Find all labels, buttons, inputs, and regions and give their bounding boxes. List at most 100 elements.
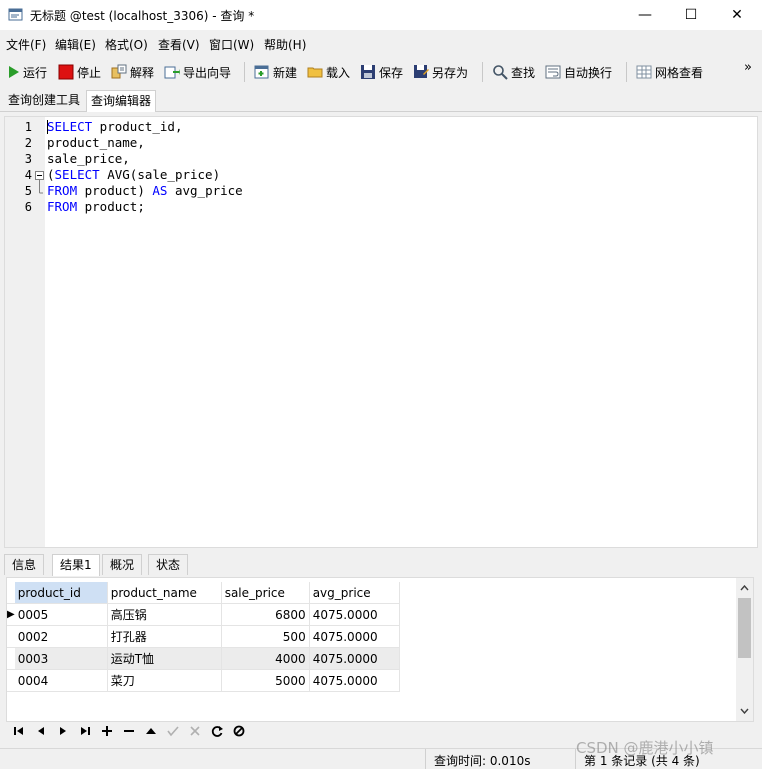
menu-help[interactable]: 帮助(H) — [264, 36, 306, 53]
tab-query-builder[interactable]: 查询创建工具 — [4, 90, 84, 110]
save-as-icon — [414, 65, 429, 78]
apply-changes-icon[interactable] — [166, 724, 182, 740]
tab-info[interactable]: 信息 — [4, 554, 45, 575]
query-tab-strip: 查询创建工具 查询编辑器 — [0, 89, 762, 112]
window-title: 无标题 @test (localhost_3306) - 查询 * — [30, 9, 255, 23]
export-wizard-button[interactable]: 导出向导 — [164, 63, 231, 81]
result-grid[interactable]: product_id product_name sale_price avg_p… — [6, 577, 754, 722]
sql-keyword: AS — [152, 183, 168, 198]
first-record-icon[interactable] — [12, 724, 28, 740]
stop-button[interactable]: 停止 — [58, 63, 101, 81]
line-number: 2 — [24, 136, 32, 150]
refresh-icon[interactable] — [210, 724, 226, 740]
menu-file[interactable]: 文件(F) — [6, 36, 46, 53]
sql-keyword: SELECT — [54, 167, 100, 182]
status-divider — [425, 749, 426, 769]
sql-keyword: FROM — [47, 183, 78, 198]
save-as-button[interactable]: 另存为 — [413, 63, 468, 81]
stop-refresh-icon[interactable] — [232, 724, 248, 740]
table-row[interactable]: ▶ 0005 高压锅 6800 4075.0000 — [7, 603, 400, 626]
close-button[interactable]: ✕ — [714, 0, 760, 30]
next-record-icon[interactable] — [56, 724, 72, 740]
toolbar-overflow-button[interactable]: » — [744, 58, 752, 76]
table-cell[interactable]: 4075.0000 — [309, 625, 400, 648]
text-cursor — [47, 120, 48, 134]
load-button[interactable]: 载入 — [307, 63, 350, 81]
table-cell[interactable]: 5000 — [221, 669, 310, 692]
explain-button[interactable]: 解释 — [111, 63, 154, 81]
column-header[interactable]: product_name — [107, 582, 222, 604]
tab-result1[interactable]: 结果1 — [52, 554, 100, 576]
tab-overview[interactable]: 概况 — [102, 554, 143, 575]
current-row-indicator: ▶ — [7, 603, 15, 626]
word-wrap-icon — [545, 65, 561, 79]
table-cell[interactable]: 0002 — [14, 625, 108, 648]
toolbar: 运行 停止 解释 导出向导 新建 载入 保存 另存为 查找 自动换行 网格查看 — [0, 58, 762, 86]
save-as-label: 另存为 — [432, 65, 469, 80]
menu-window[interactable]: 窗口(W) — [209, 36, 254, 53]
search-icon — [493, 65, 508, 80]
column-header[interactable]: sale_price — [221, 582, 310, 604]
table-cell[interactable]: 运动T恤 — [107, 647, 222, 670]
line-number: 5 — [24, 184, 32, 198]
status-bar: 查询时间: 0.010s 第 1 条记录 (共 4 条) CSDN @鹿港小小镇 — [0, 739, 762, 769]
sql-line: sale_price, — [47, 151, 130, 166]
tab-status[interactable]: 状态 — [148, 554, 189, 575]
add-record-icon[interactable] — [100, 724, 116, 740]
row-indicator — [7, 669, 15, 692]
maximize-button[interactable]: ☐ — [668, 0, 714, 30]
sql-keyword: SELECT — [47, 119, 93, 134]
scrollbar-thumb[interactable] — [738, 598, 751, 658]
table-row[interactable]: 0003 运动T恤 4000 4075.0000 — [7, 647, 400, 670]
table-cell[interactable]: 0004 — [14, 669, 108, 692]
query-time-text: 查询时间: 0.010s — [434, 754, 531, 768]
new-query-icon — [254, 65, 269, 79]
table-cell[interactable]: 0003 — [14, 647, 108, 670]
edit-record-icon[interactable] — [144, 724, 160, 740]
find-button[interactable]: 查找 — [492, 63, 535, 81]
previous-record-icon[interactable] — [34, 724, 50, 740]
save-button[interactable]: 保存 — [360, 63, 403, 81]
table-cell[interactable]: 4075.0000 — [309, 603, 400, 626]
table-row[interactable]: 0004 菜刀 5000 4075.0000 — [7, 669, 400, 692]
code-fold-icon[interactable] — [35, 171, 44, 201]
sql-line: FROM product; — [47, 199, 145, 214]
scroll-down-icon[interactable] — [740, 708, 749, 714]
discard-changes-icon[interactable] — [188, 724, 204, 740]
new-button[interactable]: 新建 — [254, 63, 297, 81]
table-cell[interactable]: 6800 — [221, 603, 310, 626]
run-button[interactable]: 运行 — [6, 63, 47, 81]
table-cell[interactable]: 0005 — [14, 603, 108, 626]
table-row[interactable]: 0002 打孔器 500 4075.0000 — [7, 625, 400, 648]
sql-editor[interactable]: 1 2 3 4 5 6 SELECT product_id, product_n… — [4, 116, 758, 548]
delete-record-icon[interactable] — [122, 724, 138, 740]
table-cell[interactable]: 4075.0000 — [309, 669, 400, 692]
last-record-icon[interactable] — [78, 724, 94, 740]
table-cell[interactable]: 高压锅 — [107, 603, 222, 626]
column-header[interactable]: avg_price — [309, 582, 400, 604]
grid-view-button[interactable]: 网格查看 — [636, 63, 703, 81]
column-header[interactable]: product_id — [14, 582, 108, 604]
tab-query-editor[interactable]: 查询编辑器 — [86, 90, 157, 112]
word-wrap-label: 自动换行 — [564, 65, 613, 80]
title-bar: 无标题 @test (localhost_3306) - 查询 * — ☐ ✕ — [0, 0, 762, 30]
table-cell[interactable]: 菜刀 — [107, 669, 222, 692]
folder-icon — [307, 67, 323, 78]
table-cell[interactable]: 4000 — [221, 647, 310, 670]
toolbar-divider — [482, 62, 483, 82]
table-cell[interactable]: 500 — [221, 625, 310, 648]
scroll-up-icon[interactable] — [740, 585, 749, 591]
save-label: 保存 — [379, 65, 404, 80]
minimize-button[interactable]: — — [622, 0, 668, 30]
find-label: 查找 — [511, 65, 536, 80]
table-cell[interactable]: 4075.0000 — [309, 647, 400, 670]
word-wrap-button[interactable]: 自动换行 — [545, 63, 612, 81]
vertical-scrollbar[interactable] — [736, 578, 753, 721]
new-label: 新建 — [273, 65, 298, 80]
menu-view[interactable]: 查看(V) — [158, 36, 200, 53]
menu-format[interactable]: 格式(O) — [105, 36, 148, 53]
table-cell[interactable]: 打孔器 — [107, 625, 222, 648]
row-indicator — [7, 625, 15, 648]
menu-bar: 文件(F) 编辑(E) 格式(O) 查看(V) 窗口(W) 帮助(H) — [0, 32, 762, 54]
menu-edit[interactable]: 编辑(E) — [55, 36, 96, 53]
